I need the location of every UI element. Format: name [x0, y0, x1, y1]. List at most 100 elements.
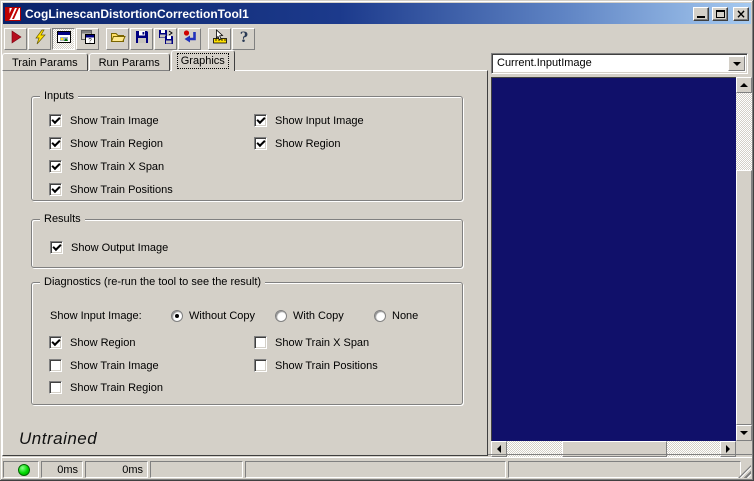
reset-button[interactable] — [178, 27, 201, 50]
radio-label: Without Copy — [189, 309, 256, 322]
radio-circle[interactable] — [275, 309, 287, 322]
float-window-icon: ? — [80, 29, 96, 48]
chevron-down-icon — [732, 61, 741, 70]
tab-graphics[interactable]: Graphics — [170, 50, 235, 71]
show-display-button[interactable] — [52, 27, 75, 50]
graphics-ruler-button[interactable] — [208, 27, 231, 50]
svg-text:?: ? — [239, 30, 247, 45]
statusbar: 0ms 0ms — [3, 459, 751, 478]
checkbox-diag-show-train-region[interactable]: Show Train Region — [49, 381, 163, 394]
checkbox-label: Show Train X Span — [275, 336, 370, 349]
minimize-button[interactable] — [693, 6, 709, 21]
open-file-button[interactable] — [106, 27, 129, 50]
maximize-icon — [715, 9, 725, 18]
status-panel-4 — [245, 461, 506, 478]
save-as-button[interactable] — [154, 27, 177, 50]
trained-state-label: Untrained — [19, 429, 98, 448]
save-file-button[interactable] — [130, 27, 153, 50]
app-icon — [5, 6, 21, 22]
lightning-icon — [32, 29, 48, 48]
image-display-area[interactable] — [491, 77, 736, 441]
checkbox-box[interactable] — [49, 336, 62, 349]
checkbox-diag-show-train-positions[interactable]: Show Train Positions — [254, 359, 378, 372]
radio-none[interactable]: None — [374, 309, 418, 322]
maximize-button[interactable] — [712, 6, 728, 21]
checkbox-box[interactable] — [49, 160, 62, 173]
checkbox-box[interactable] — [49, 183, 62, 196]
checkbox-box[interactable] — [49, 381, 62, 394]
minimize-icon — [697, 16, 705, 18]
reset-arrow-icon — [182, 29, 198, 48]
checkbox-box[interactable] — [49, 114, 62, 127]
window-title: CogLinescanDistortionCorrectionTool1 — [25, 6, 249, 21]
checkbox-diag-show-train-image[interactable]: Show Train Image — [49, 359, 159, 372]
inputs-groupbox: Inputs Show Train Image Show Train Regio… — [31, 90, 463, 201]
question-mark-icon: ? — [236, 29, 252, 48]
radio-circle[interactable] — [171, 309, 183, 322]
checkbox-diag-show-region[interactable]: Show Region — [49, 336, 135, 349]
checkbox-box[interactable] — [254, 114, 267, 127]
float-display-button[interactable]: ? — [76, 27, 99, 50]
checkbox-diag-show-train-x-span[interactable]: Show Train X Span — [254, 336, 369, 349]
checkbox-box[interactable] — [49, 137, 62, 150]
checkbox-label: Show Train Image — [70, 114, 159, 127]
help-button[interactable]: ? — [232, 27, 255, 50]
combobox-dropdown-button[interactable] — [728, 56, 745, 71]
checkbox-box[interactable] — [254, 336, 267, 349]
checkbox-show-train-image[interactable]: Show Train Image — [49, 114, 159, 127]
status-led-panel — [3, 461, 39, 478]
arrow-up-icon — [740, 79, 748, 87]
checkbox-show-train-x-span[interactable]: Show Train X Span — [49, 160, 164, 173]
tab-train-params[interactable]: Train Params — [2, 53, 88, 71]
radio-circle[interactable] — [374, 309, 386, 322]
checkbox-label: Show Region — [70, 336, 136, 349]
checkbox-label: Show Region — [275, 137, 341, 150]
graphics-tab-page: Inputs Show Train Image Show Train Regio… — [2, 70, 488, 456]
arrow-down-icon — [740, 431, 748, 439]
tool-edit-window: CogLinescanDistortionCorrectionTool1 × ?… — [0, 0, 754, 481]
scroll-down-button[interactable] — [736, 425, 752, 441]
run-button[interactable] — [4, 27, 27, 50]
radio-label: With Copy — [293, 309, 344, 322]
run-icon — [8, 29, 24, 48]
checkbox-show-output-image[interactable]: Show Output Image — [50, 241, 168, 254]
tab-run-params[interactable]: Run Params — [88, 53, 170, 71]
scroll-up-button[interactable] — [736, 77, 752, 93]
checkbox-box[interactable] — [49, 359, 62, 372]
image-selector-value: Current.InputImage — [497, 57, 592, 69]
checkbox-show-input-image[interactable]: Show Input Image — [254, 114, 364, 127]
checkbox-label: Show Train Positions — [70, 183, 173, 196]
electric-run-button[interactable] — [28, 27, 51, 50]
checkbox-box[interactable] — [50, 241, 63, 254]
results-groupbox: Results Show Output Image — [31, 213, 463, 268]
checkbox-label: Show Train Positions — [275, 359, 378, 372]
tab-strip: Train Params Run Params Graphics — [2, 50, 236, 71]
radio-with-copy[interactable]: With Copy — [275, 309, 344, 322]
floppy-icon — [134, 29, 150, 48]
checkbox-label: Show Output Image — [71, 241, 169, 254]
display-window-icon — [56, 29, 72, 48]
close-button[interactable]: × — [733, 6, 749, 21]
status-led-icon — [18, 463, 30, 476]
checkbox-box[interactable] — [254, 359, 267, 372]
status-panel-5 — [508, 461, 741, 478]
radio-label: None — [392, 309, 419, 322]
diagnostics-group-title: Diagnostics (re-run the tool to see the … — [40, 276, 266, 288]
radio-without-copy[interactable]: Without Copy — [171, 309, 255, 322]
checkbox-show-train-positions[interactable]: Show Train Positions — [49, 183, 173, 196]
checkbox-label: Show Train X Span — [70, 160, 165, 173]
results-group-title: Results — [40, 213, 85, 225]
toolbar: ? ? — [4, 27, 256, 50]
vertical-scroll-thumb[interactable] — [736, 170, 752, 425]
checkbox-label: Show Input Image — [275, 114, 364, 127]
checkbox-show-region[interactable]: Show Region — [254, 137, 340, 150]
titlebar[interactable]: CogLinescanDistortionCorrectionTool1 × — [3, 3, 751, 24]
checkbox-box[interactable] — [254, 137, 267, 150]
checkbox-show-train-region[interactable]: Show Train Region — [49, 137, 163, 150]
image-selector-combobox[interactable]: Current.InputImage — [491, 53, 748, 74]
checkbox-label: Show Train Region — [70, 381, 163, 394]
status-panel-3 — [150, 461, 243, 478]
status-time1-panel: 0ms — [41, 461, 83, 478]
pointer-ruler-icon — [212, 29, 228, 48]
vertical-scrollbar[interactable] — [736, 77, 752, 441]
